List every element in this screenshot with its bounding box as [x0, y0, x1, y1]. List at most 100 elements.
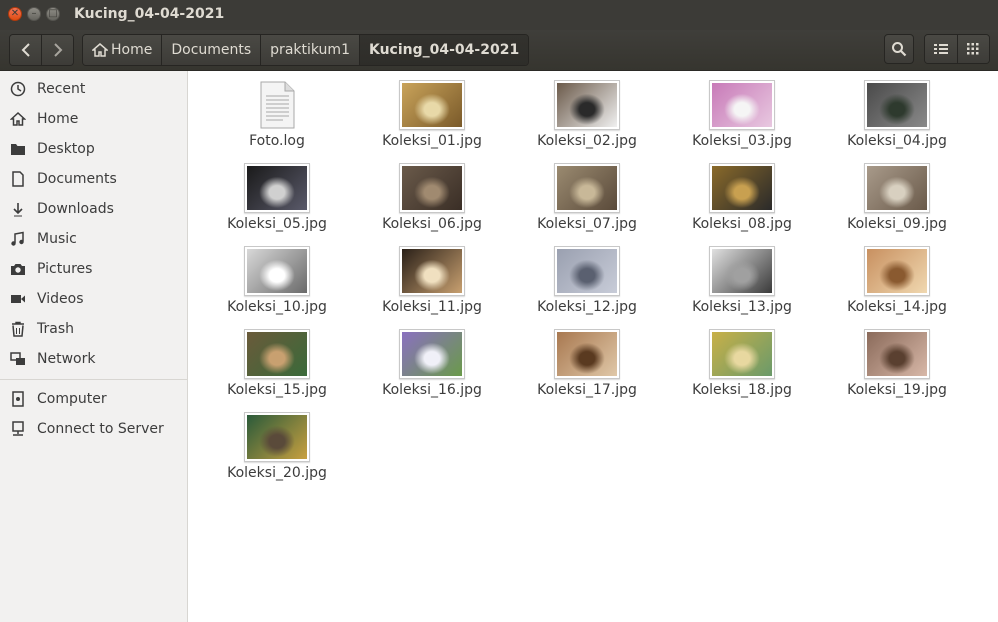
sidebar-item-label: Trash [37, 321, 74, 337]
file-item[interactable]: Koleksi_06.jpg [367, 163, 497, 232]
sidebar-item-label: Connect to Server [37, 421, 164, 437]
breadcrumb-label: Kucing_04-04-2021 [368, 42, 520, 58]
back-button[interactable] [10, 35, 41, 65]
thumbnail-preview [867, 249, 927, 293]
thumbnail-preview [247, 415, 307, 459]
file-item[interactable]: Koleksi_17.jpg [522, 329, 652, 398]
sidebar-item-label: Documents [37, 171, 117, 187]
file-item[interactable]: Koleksi_05.jpg [212, 163, 342, 232]
breadcrumb-documents[interactable]: Documents [161, 35, 261, 65]
navigation-buttons [9, 34, 74, 66]
grid-view-button[interactable] [956, 35, 989, 63]
computer-icon [10, 391, 26, 407]
sidebar-item-label: Pictures [37, 261, 93, 277]
thumbnail-preview [247, 166, 307, 210]
sidebar-item-label: Desktop [37, 141, 95, 157]
sidebar-item-network[interactable]: Network [0, 344, 187, 374]
sidebar-item-trash[interactable]: Trash [0, 314, 187, 344]
file-item[interactable]: Koleksi_08.jpg [677, 163, 807, 232]
sidebar-item-music[interactable]: Music [0, 224, 187, 254]
thumbnail-preview [402, 332, 462, 376]
maximize-window-button[interactable]: □ [46, 7, 60, 21]
sidebar-item-desktop[interactable]: Desktop [0, 134, 187, 164]
breadcrumb-current[interactable]: Kucing_04-04-2021 [358, 35, 529, 65]
sidebar-item-videos[interactable]: Videos [0, 284, 187, 314]
sidebar-item-downloads[interactable]: Downloads [0, 194, 187, 224]
download-icon [10, 201, 26, 217]
sidebar-divider [0, 379, 187, 380]
thumbnail-preview [867, 332, 927, 376]
sidebar-item-computer[interactable]: Computer [0, 384, 187, 414]
sidebar-item-label: Downloads [37, 201, 114, 217]
file-item[interactable]: Koleksi_20.jpg [212, 412, 342, 481]
list-view-icon [933, 44, 948, 54]
sidebar-item-label: Network [37, 351, 96, 367]
grid-view-icon [967, 43, 979, 55]
file-item[interactable]: Koleksi_10.jpg [212, 246, 342, 315]
breadcrumb-praktikum1[interactable]: praktikum1 [260, 35, 359, 65]
toolbar: Home Documents praktikum1 Kucing_04-04-2… [0, 30, 998, 71]
sidebar-item-recent[interactable]: Recent [0, 74, 187, 104]
file-name: Koleksi_04.jpg [847, 133, 947, 149]
file-name: Koleksi_02.jpg [537, 133, 637, 149]
close-icon: ✕ [10, 8, 20, 19]
image-thumbnail [554, 80, 620, 130]
file-item[interactable]: Foto.log [212, 80, 342, 149]
thumbnail-preview [247, 332, 307, 376]
file-item[interactable]: Koleksi_14.jpg [832, 246, 962, 315]
view-mode-buttons [924, 34, 990, 64]
breadcrumb: Home Documents praktikum1 Kucing_04-04-2… [82, 34, 530, 66]
image-thumbnail [864, 329, 930, 379]
sidebar-item-connect-to-server[interactable]: Connect to Server [0, 414, 187, 444]
image-thumbnail [554, 163, 620, 213]
file-item[interactable]: Koleksi_01.jpg [367, 80, 497, 149]
image-thumbnail [709, 246, 775, 296]
title-bar: ✕ – □ Kucing_04-04-2021 [0, 0, 998, 30]
file-name: Koleksi_05.jpg [227, 216, 327, 232]
breadcrumb-label: Documents [171, 42, 252, 58]
image-thumbnail [244, 246, 310, 296]
thumbnail-preview [712, 332, 772, 376]
close-window-button[interactable]: ✕ [8, 7, 22, 21]
file-name: Koleksi_07.jpg [537, 216, 637, 232]
folder-icon [10, 141, 26, 157]
image-thumbnail [244, 329, 310, 379]
file-item[interactable]: Koleksi_13.jpg [677, 246, 807, 315]
image-thumbnail [554, 246, 620, 296]
file-item[interactable]: Koleksi_04.jpg [832, 80, 962, 149]
sidebar-item-documents[interactable]: Documents [0, 164, 187, 194]
thumbnail-preview [557, 332, 617, 376]
image-thumbnail [709, 80, 775, 130]
file-view: Foto.log Koleksi_01.jpg Koleksi_02.jpg Kole… [188, 71, 998, 622]
file-item[interactable]: Koleksi_16.jpg [367, 329, 497, 398]
file-name: Koleksi_20.jpg [227, 465, 327, 481]
sidebar-item-pictures[interactable]: Pictures [0, 254, 187, 284]
file-item[interactable]: Koleksi_02.jpg [522, 80, 652, 149]
file-item[interactable]: Koleksi_12.jpg [522, 246, 652, 315]
file-item[interactable]: Koleksi_11.jpg [367, 246, 497, 315]
file-name: Koleksi_15.jpg [227, 382, 327, 398]
file-item[interactable]: Koleksi_19.jpg [832, 329, 962, 398]
file-name: Koleksi_12.jpg [537, 299, 637, 315]
file-item[interactable]: Koleksi_09.jpg [832, 163, 962, 232]
thumbnail-preview [247, 249, 307, 293]
breadcrumb-home[interactable]: Home [83, 35, 162, 65]
forward-button[interactable] [41, 35, 73, 65]
file-name: Koleksi_10.jpg [227, 299, 327, 315]
minimize-window-button[interactable]: – [27, 7, 41, 21]
chevron-right-icon [53, 43, 62, 57]
clock-icon [10, 81, 26, 97]
thumbnail-preview [402, 249, 462, 293]
file-item[interactable]: Koleksi_07.jpg [522, 163, 652, 232]
sidebar-item-home[interactable]: Home [0, 104, 187, 134]
search-button[interactable] [884, 34, 914, 64]
image-thumbnail [244, 163, 310, 213]
list-view-button[interactable] [925, 35, 957, 63]
file-item[interactable]: Koleksi_03.jpg [677, 80, 807, 149]
file-name: Foto.log [249, 133, 305, 149]
file-item[interactable]: Koleksi_18.jpg [677, 329, 807, 398]
minimize-icon: – [31, 8, 37, 19]
file-name: Koleksi_09.jpg [847, 216, 947, 232]
file-name: Koleksi_03.jpg [692, 133, 792, 149]
file-item[interactable]: Koleksi_15.jpg [212, 329, 342, 398]
